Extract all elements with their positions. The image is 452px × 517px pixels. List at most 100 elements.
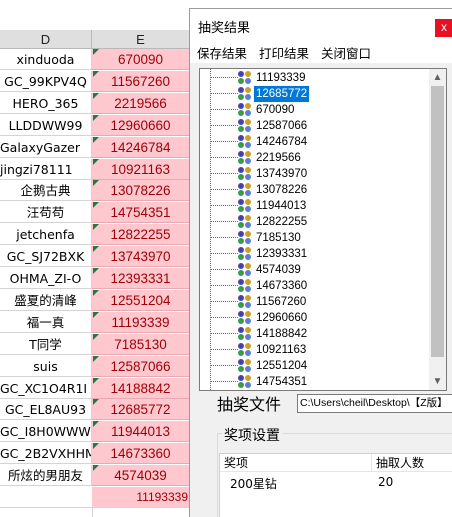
dialog-titlebar: 抽奖结果 x: [190, 9, 452, 41]
result-item[interactable]: 14673360: [200, 278, 428, 294]
tree-node-icon: [238, 263, 251, 277]
close-button[interactable]: x: [435, 19, 452, 37]
result-item[interactable]: 11567260: [200, 294, 428, 310]
cell-e[interactable]: 2219566: [92, 92, 190, 114]
result-item-label: 12822255: [256, 216, 308, 228]
cell-e[interactable]: 12960660: [92, 114, 190, 136]
vertical-scrollbar[interactable]: ▲ ▼: [429, 69, 446, 390]
cell-e[interactable]: 14673360: [92, 443, 190, 465]
cell-e[interactable]: 670090: [92, 49, 190, 70]
tree-connector: [210, 317, 238, 318]
result-item[interactable]: 10921163: [200, 342, 428, 358]
column-header-count[interactable]: 抽取人数: [372, 454, 452, 472]
cell-e[interactable]: 11193339: [92, 487, 190, 507]
cell-d[interactable]: GC_I8H0WWWF: [0, 421, 92, 443]
tree-connector: [210, 381, 238, 382]
result-item[interactable]: 4574039: [200, 262, 428, 278]
grid-line: [0, 507, 190, 517]
result-item[interactable]: 13078226: [200, 182, 428, 198]
results-tree-list[interactable]: 11193339 12685772 670090 12587066 14246784 22…: [199, 68, 447, 391]
cell-e[interactable]: 10921163: [92, 158, 190, 180]
column-header-prize[interactable]: 奖项: [220, 454, 372, 472]
cell-d[interactable]: GC_EL8AU93: [0, 399, 92, 421]
cell-d[interactable]: GalaxyGazer: [0, 136, 92, 158]
cell-e[interactable]: 11944013: [92, 421, 190, 443]
scroll-up-icon[interactable]: ▲: [429, 69, 446, 86]
cell-e[interactable]: 14754351: [92, 202, 190, 224]
tree-connector: [210, 285, 238, 286]
cell-e[interactable]: 12393331: [92, 268, 190, 289]
cell-e[interactable]: 7185130: [92, 333, 190, 355]
spreadsheet-row: LLDDWW99 12960660: [0, 114, 190, 136]
cell-e[interactable]: 12822255: [92, 224, 190, 246]
cell-flag-icon: [93, 377, 99, 384]
tree-connector: [210, 93, 238, 94]
cell-e[interactable]: 12551204: [92, 289, 190, 311]
result-item[interactable]: 14188842: [200, 326, 428, 342]
cell-flag-icon: [93, 289, 99, 296]
cell-d[interactable]: LLDDWW99: [0, 114, 92, 136]
cell-e[interactable]: 12587066: [92, 355, 190, 377]
cell-d[interactable]: T同学: [0, 333, 92, 355]
result-item[interactable]: 12960660: [200, 310, 428, 326]
column-header-e[interactable]: E: [92, 30, 190, 49]
cell-d[interactable]: 盛夏的清峰: [0, 289, 92, 311]
cell-e[interactable]: 12685772: [92, 399, 190, 421]
cell-d[interactable]: GC_XC1O4R1I: [0, 377, 92, 399]
result-item[interactable]: 7185130: [200, 230, 428, 246]
tree-node-icon: [238, 359, 251, 373]
cell-e[interactable]: 13743970: [92, 246, 190, 268]
cell-d[interactable]: suis: [0, 355, 92, 377]
cell-d[interactable]: jingzi78111: [0, 158, 92, 180]
result-item[interactable]: 12685772: [200, 85, 428, 103]
cell-d[interactable]: 企鹅古典: [0, 180, 92, 202]
scroll-thumb[interactable]: [431, 86, 444, 357]
result-item[interactable]: 12551204: [200, 358, 428, 374]
result-item-label: 13743970: [256, 168, 308, 180]
spreadsheet-row: GC_XC1O4R1I 14188842: [0, 377, 190, 399]
menu-item-save-results[interactable]: 保存结果: [197, 43, 247, 62]
result-item[interactable]: 670090: [200, 102, 428, 118]
tree-node-icon: [238, 183, 251, 197]
result-item[interactable]: 14754351: [200, 374, 428, 390]
scroll-down-icon[interactable]: ▼: [429, 373, 446, 390]
cell-d[interactable]: jetchenfa: [0, 224, 92, 246]
menu-item-close-window[interactable]: 关闭窗口: [321, 43, 371, 62]
cell-flag-icon: [93, 333, 99, 340]
cell-d[interactable]: GC_99KPV4Q: [0, 70, 92, 92]
result-item[interactable]: 12393331: [200, 246, 428, 262]
result-item[interactable]: 2219566: [200, 150, 428, 166]
result-item[interactable]: 12822255: [200, 214, 428, 230]
cell-d[interactable]: 所炫的男朋友: [0, 465, 92, 487]
cell-e[interactable]: 14188842: [92, 377, 190, 399]
cell-e[interactable]: 4574039: [92, 465, 190, 487]
prize-name-cell[interactable]: 200星钻: [230, 475, 277, 492]
cell-d[interactable]: 汪苟苟: [0, 202, 92, 224]
menu-item-print-results[interactable]: 打印结果: [259, 43, 309, 62]
cell-flag-icon: [93, 465, 99, 472]
spreadsheet-row: xinduoda 670090: [0, 49, 190, 70]
cell-d[interactable]: OHMA_ZI-O: [0, 268, 92, 289]
prize-count-cell[interactable]: 20: [378, 475, 393, 489]
tree-node-icon: [238, 311, 251, 325]
cell-d[interactable]: GC_2B2VXHHM: [0, 443, 92, 465]
cell-e[interactable]: 13078226: [92, 180, 190, 202]
cell-e[interactable]: 11567260: [92, 70, 190, 92]
result-item[interactable]: 11944013: [200, 198, 428, 214]
spreadsheet-row: 盛夏的清峰 12551204: [0, 289, 190, 311]
cell-d[interactable]: xinduoda: [0, 49, 92, 70]
column-header-d[interactable]: D: [0, 30, 92, 49]
cell-e[interactable]: 14246784: [92, 136, 190, 158]
result-item[interactable]: 14246784: [200, 134, 428, 150]
cell-flag-icon: [93, 224, 99, 231]
result-item[interactable]: 12587066: [200, 118, 428, 134]
cell-d[interactable]: GC_SJ72BXK: [0, 246, 92, 268]
tree-node-icon: [238, 119, 251, 133]
cell-d[interactable]: HERO_365: [0, 92, 92, 114]
tree-node-icon: [238, 279, 251, 293]
result-item[interactable]: 13743970: [200, 166, 428, 182]
lottery-file-path-field[interactable]: C:\Users\cheil\Desktop\【Z版】: [297, 394, 452, 413]
cell-d[interactable]: 福一真: [0, 311, 92, 333]
cell-e[interactable]: 11193339: [92, 311, 190, 333]
result-item[interactable]: 11193339: [200, 70, 428, 86]
